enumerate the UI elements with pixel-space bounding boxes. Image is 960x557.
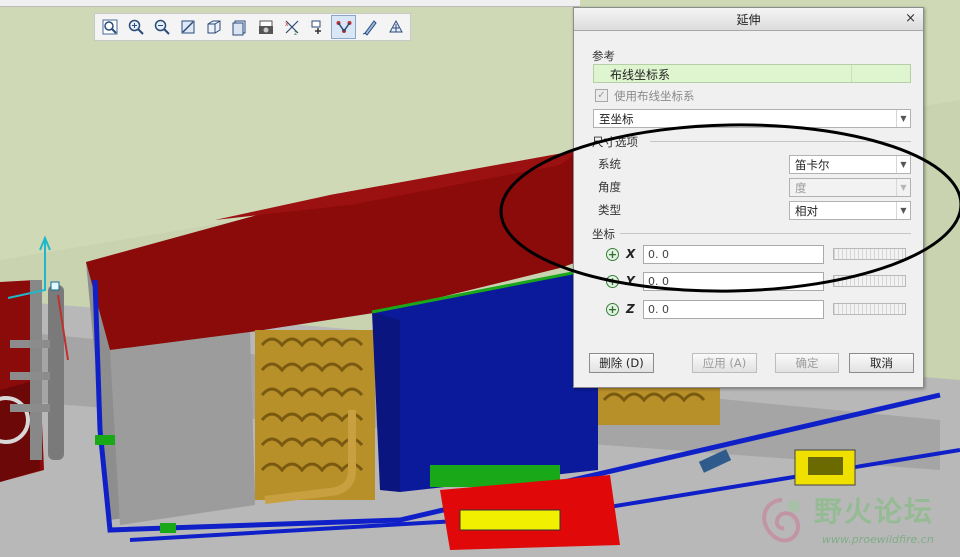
- section-divider: [620, 233, 911, 234]
- add-icon[interactable]: +: [606, 274, 619, 288]
- spin-center-icon[interactable]: [305, 15, 330, 39]
- coord-row-y: + Y 0. 0: [606, 271, 906, 291]
- delete-button[interactable]: 删除 (D): [589, 353, 654, 373]
- zoom-in-icon[interactable]: [123, 15, 148, 39]
- chevron-down-icon: ▼: [896, 179, 910, 196]
- route-cable-icon[interactable]: [331, 15, 356, 39]
- watermark: 野火论坛 www.proewildfire.cn: [748, 488, 960, 557]
- zoom-fit-icon[interactable]: [97, 15, 122, 39]
- coord-row-z: + Z 0. 0: [606, 299, 906, 319]
- type-label: 类型: [598, 203, 621, 217]
- watermark-url: www.proewildfire.cn: [822, 533, 934, 546]
- angle-label: 角度: [598, 180, 621, 194]
- shaded-view-icon[interactable]: [201, 15, 226, 39]
- coord-y-slider[interactable]: [833, 275, 906, 287]
- coord-row-x: + X 0. 0: [606, 244, 906, 264]
- graphics-toolbar: xz: [94, 13, 411, 41]
- svg-text:z: z: [294, 30, 297, 36]
- coord-y-input[interactable]: 0. 0: [643, 271, 824, 291]
- system-select[interactable]: 笛卡尔 ▼: [789, 155, 911, 174]
- use-coord-checkbox[interactable]: ✓: [595, 89, 608, 102]
- svg-text:x: x: [285, 21, 289, 28]
- zoom-out-icon[interactable]: [149, 15, 174, 39]
- coord-title: 坐标: [592, 227, 615, 241]
- system-select-value: 笛卡尔: [795, 158, 830, 172]
- chevron-down-icon: ▼: [896, 202, 910, 219]
- orient-icon[interactable]: [383, 15, 408, 39]
- use-coord-checkbox-label: 使用布线坐标系: [614, 89, 695, 103]
- datum-display-icon[interactable]: xz: [279, 15, 304, 39]
- chevron-down-icon: ▼: [896, 110, 910, 127]
- coord-x-slider[interactable]: [833, 248, 906, 260]
- coord-z-input[interactable]: 0. 0: [643, 299, 824, 319]
- add-icon[interactable]: +: [606, 302, 619, 316]
- sketch-icon[interactable]: [357, 15, 382, 39]
- axis-label: Z: [626, 302, 635, 316]
- section-divider: [650, 141, 911, 142]
- watermark-text: 野火论坛: [814, 495, 935, 528]
- coord-z-slider[interactable]: [833, 303, 906, 315]
- add-icon[interactable]: +: [606, 247, 619, 261]
- window-top-strip: [0, 0, 580, 7]
- refit-view-icon[interactable]: [175, 15, 200, 39]
- size-options-title: 尺寸选项: [592, 135, 638, 149]
- reference-value: 布线坐标系: [610, 68, 671, 82]
- mode-select[interactable]: 至坐标 ▼: [593, 109, 911, 128]
- camera-icon[interactable]: [253, 15, 278, 39]
- dialog-title: 延伸: [736, 12, 761, 27]
- close-icon[interactable]: ×: [905, 11, 916, 26]
- extend-dialog: 延伸 × 参考 布线坐标系 ✓ 使用布线坐标系 至坐标 ▼ 尺寸选项 系统 笛卡…: [573, 7, 924, 388]
- apply-button[interactable]: 应用 (A): [692, 353, 757, 373]
- angle-select-value: 度: [795, 181, 807, 195]
- angle-select[interactable]: 度 ▼: [789, 178, 911, 197]
- reference-label: 参考: [592, 49, 615, 63]
- dialog-title-bar[interactable]: 延伸 ×: [574, 8, 923, 31]
- saved-views-icon[interactable]: [227, 15, 252, 39]
- type-select-value: 相对: [795, 204, 818, 218]
- coord-x-input[interactable]: 0. 0: [643, 244, 824, 264]
- axis-label: Y: [626, 274, 635, 288]
- reference-field[interactable]: 布线坐标系: [593, 64, 911, 83]
- axis-label: X: [626, 247, 636, 261]
- ok-button[interactable]: 确定: [775, 353, 839, 373]
- mode-select-value: 至坐标: [599, 112, 634, 126]
- watermark-logo-icon: [762, 498, 801, 543]
- cancel-button[interactable]: 取消: [849, 353, 914, 373]
- type-select[interactable]: 相对 ▼: [789, 201, 911, 220]
- system-label: 系统: [598, 157, 621, 171]
- chevron-down-icon: ▼: [896, 156, 910, 173]
